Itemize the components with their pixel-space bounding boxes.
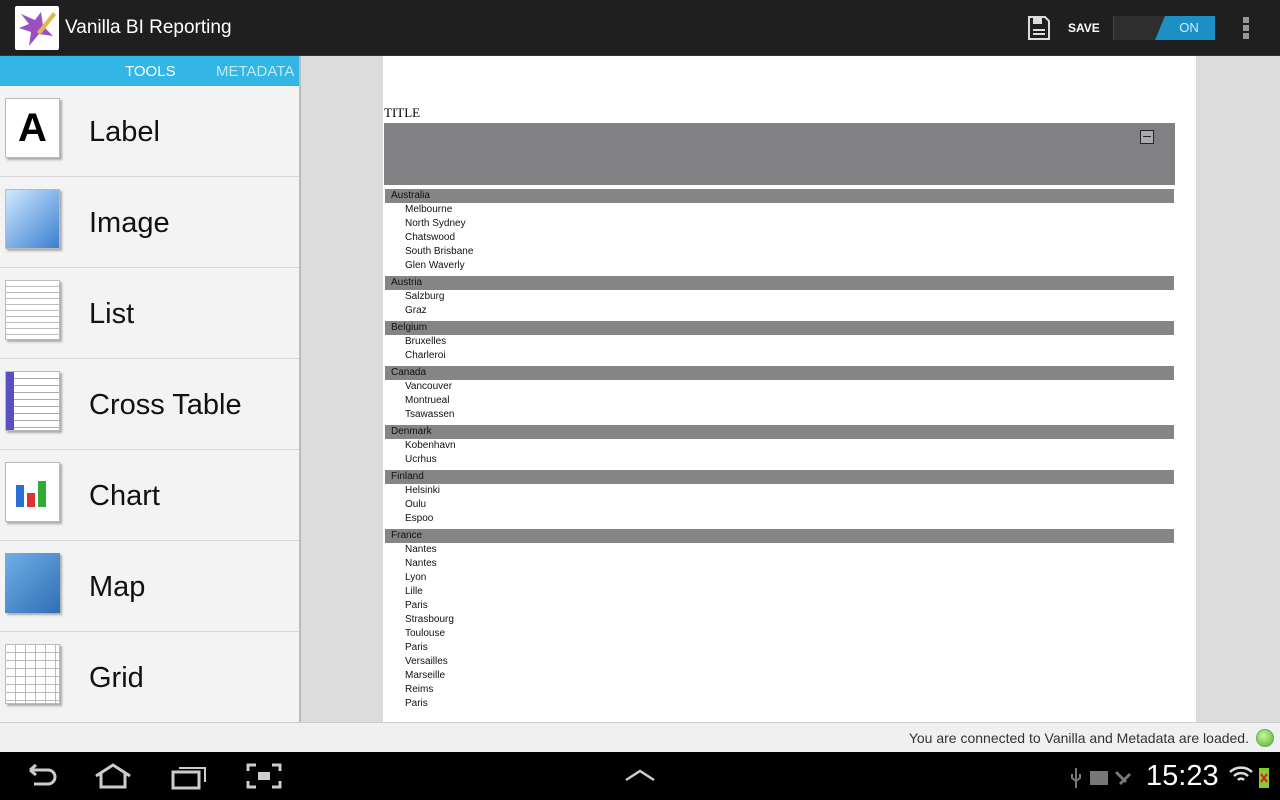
group-header: France — [385, 529, 1174, 543]
list-item: Marseille — [405, 670, 446, 681]
tool-label[interactable]: A Label — [0, 86, 299, 177]
system-nav-bar: 15:23 — [0, 752, 1280, 800]
group-header: Finland — [385, 470, 1174, 484]
label-icon: A — [5, 98, 60, 158]
chevron-up-icon[interactable] — [624, 768, 656, 782]
overflow-menu-icon[interactable] — [1243, 17, 1251, 41]
list-item: Nantes — [405, 544, 437, 555]
list-item: Versailles — [405, 656, 448, 667]
sidebar: TOOLS METADATA A Label Image List Cross T… — [0, 56, 301, 722]
grouped-list: Australia Melbourne North Sydney Chatswood S… — [385, 186, 1174, 711]
tool-grid[interactable]: Grid — [0, 632, 299, 722]
report-page: TITLE Australia Melbourne North Sydney Chat… — [383, 56, 1196, 722]
list-item: Nantes — [405, 558, 437, 569]
clock: 15:23 — [1146, 760, 1219, 792]
list-item: Tsawassen — [405, 409, 455, 420]
connection-status: You are connected to Vanilla and Metadat… — [908, 730, 1249, 746]
group-header: Canada — [385, 366, 1174, 380]
list-item: Kobenhavn — [405, 440, 456, 451]
report-canvas[interactable]: TITLE Australia Melbourne North Sydney Chat… — [302, 56, 1280, 722]
recent-apps-icon[interactable] — [170, 764, 208, 790]
map-icon — [5, 553, 60, 613]
list-item: Espoo — [405, 513, 434, 524]
chart-icon — [5, 462, 60, 522]
tool-chart-text: Chart — [89, 480, 160, 512]
list-item: Montrueal — [405, 395, 450, 406]
list-item: North Sydney — [405, 218, 466, 229]
list-item: Strasbourg — [405, 614, 454, 625]
list-item: Charleroi — [405, 350, 446, 361]
back-icon[interactable] — [22, 764, 58, 788]
collapse-icon[interactable] — [1140, 130, 1154, 144]
group-header: Austria — [385, 276, 1174, 290]
tab-tools[interactable]: TOOLS — [125, 63, 176, 80]
wifi-battery-icons — [1229, 766, 1269, 788]
image-icon — [5, 189, 60, 249]
list-item: Helsinki — [405, 485, 441, 496]
list-item: Bruxelles — [405, 336, 447, 347]
list-item: Chatswood — [405, 232, 456, 243]
list-item: Lille — [405, 586, 423, 597]
tool-grid-text: Grid — [89, 662, 144, 694]
tool-chart[interactable]: Chart — [0, 450, 299, 541]
tool-map-text: Map — [89, 571, 146, 603]
tool-map[interactable]: Map — [0, 541, 299, 632]
home-icon[interactable] — [92, 762, 134, 790]
cross-table-icon — [5, 371, 60, 431]
list-item: Paris — [405, 600, 428, 611]
notification-icons — [1071, 768, 1132, 788]
tool-image[interactable]: Image — [0, 177, 299, 268]
list-icon — [5, 280, 60, 340]
app-logo-icon — [15, 6, 59, 50]
list-header — [384, 123, 1175, 185]
list-item: Salzburg — [405, 291, 445, 302]
tool-image-text: Image — [89, 207, 170, 239]
tool-list[interactable]: List — [0, 268, 299, 359]
app-title: Vanilla BI Reporting — [65, 17, 232, 38]
list-item: Paris — [405, 642, 428, 653]
list-item: Paris — [405, 698, 428, 709]
list-item: Reims — [405, 684, 434, 695]
on-off-toggle[interactable]: ON — [1113, 16, 1215, 40]
list-item: Glen Waverly — [405, 260, 465, 271]
connection-ok-icon — [1256, 729, 1274, 747]
list-item: Graz — [405, 305, 427, 316]
tool-cross-table[interactable]: Cross Table — [0, 359, 299, 450]
toggle-on-label: ON — [1155, 16, 1215, 40]
list-item: Melbourne — [405, 204, 453, 215]
list-item: Toulouse — [405, 628, 446, 639]
list-item: Lyon — [405, 572, 427, 583]
tool-label-text: Label — [89, 116, 160, 148]
grid-icon — [5, 644, 60, 704]
group-header: Denmark — [385, 425, 1174, 439]
group-header: Australia — [385, 189, 1174, 203]
group-header: Belgium — [385, 321, 1174, 335]
list-item: Vancouver — [405, 381, 453, 392]
screenshot-icon[interactable] — [246, 763, 282, 789]
list-item: South Brisbane — [405, 246, 474, 257]
sidebar-tabs: TOOLS METADATA — [0, 56, 299, 86]
list-item: Ucrhus — [405, 454, 437, 465]
tool-cross-table-text: Cross Table — [89, 389, 242, 421]
status-bar: You are connected to Vanilla and Metadat… — [0, 722, 1280, 752]
tool-list-text: List — [89, 298, 135, 330]
save-icon[interactable] — [1028, 16, 1050, 40]
action-bar: Vanilla BI Reporting SAVE ON — [0, 0, 1280, 56]
save-button[interactable]: SAVE — [1068, 21, 1100, 35]
tab-metadata[interactable]: METADATA — [216, 63, 294, 80]
list-item: Oulu — [405, 499, 427, 510]
report-title[interactable]: TITLE — [384, 105, 420, 121]
